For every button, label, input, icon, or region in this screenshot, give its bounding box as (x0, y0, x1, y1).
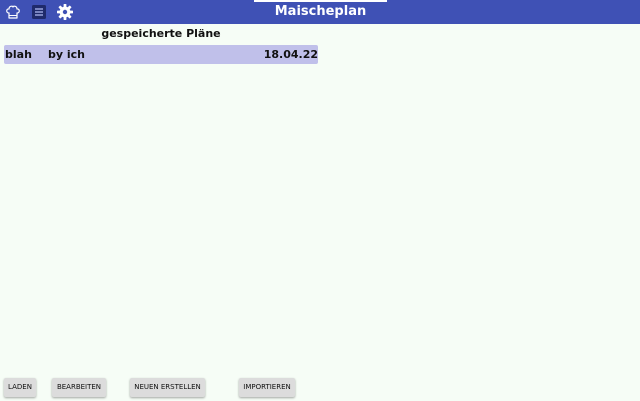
load-button[interactable]: LADEN (4, 378, 36, 397)
app-title: Maischeplan (274, 4, 367, 19)
top-app-bar: Maischeplan (0, 0, 640, 24)
list-icon[interactable] (30, 3, 48, 21)
chef-hat-icon[interactable] (4, 3, 22, 21)
plan-author: by ich (48, 48, 85, 61)
saved-plans-heading: gespeicherte Pläne (101, 27, 221, 40)
import-button[interactable]: IMPORTIEREN (239, 378, 295, 397)
create-new-button[interactable]: NEUEN ERSTELLEN (130, 378, 205, 397)
title-tab-indicator (254, 0, 387, 2)
plan-name: blah (5, 48, 32, 61)
gear-icon[interactable] (56, 3, 74, 21)
plan-date: 18.04.22 (263, 48, 318, 61)
edit-button[interactable]: BEARBEITEN (52, 378, 106, 397)
plan-list-item[interactable]: blah by ich 18.04.22 (4, 45, 318, 64)
